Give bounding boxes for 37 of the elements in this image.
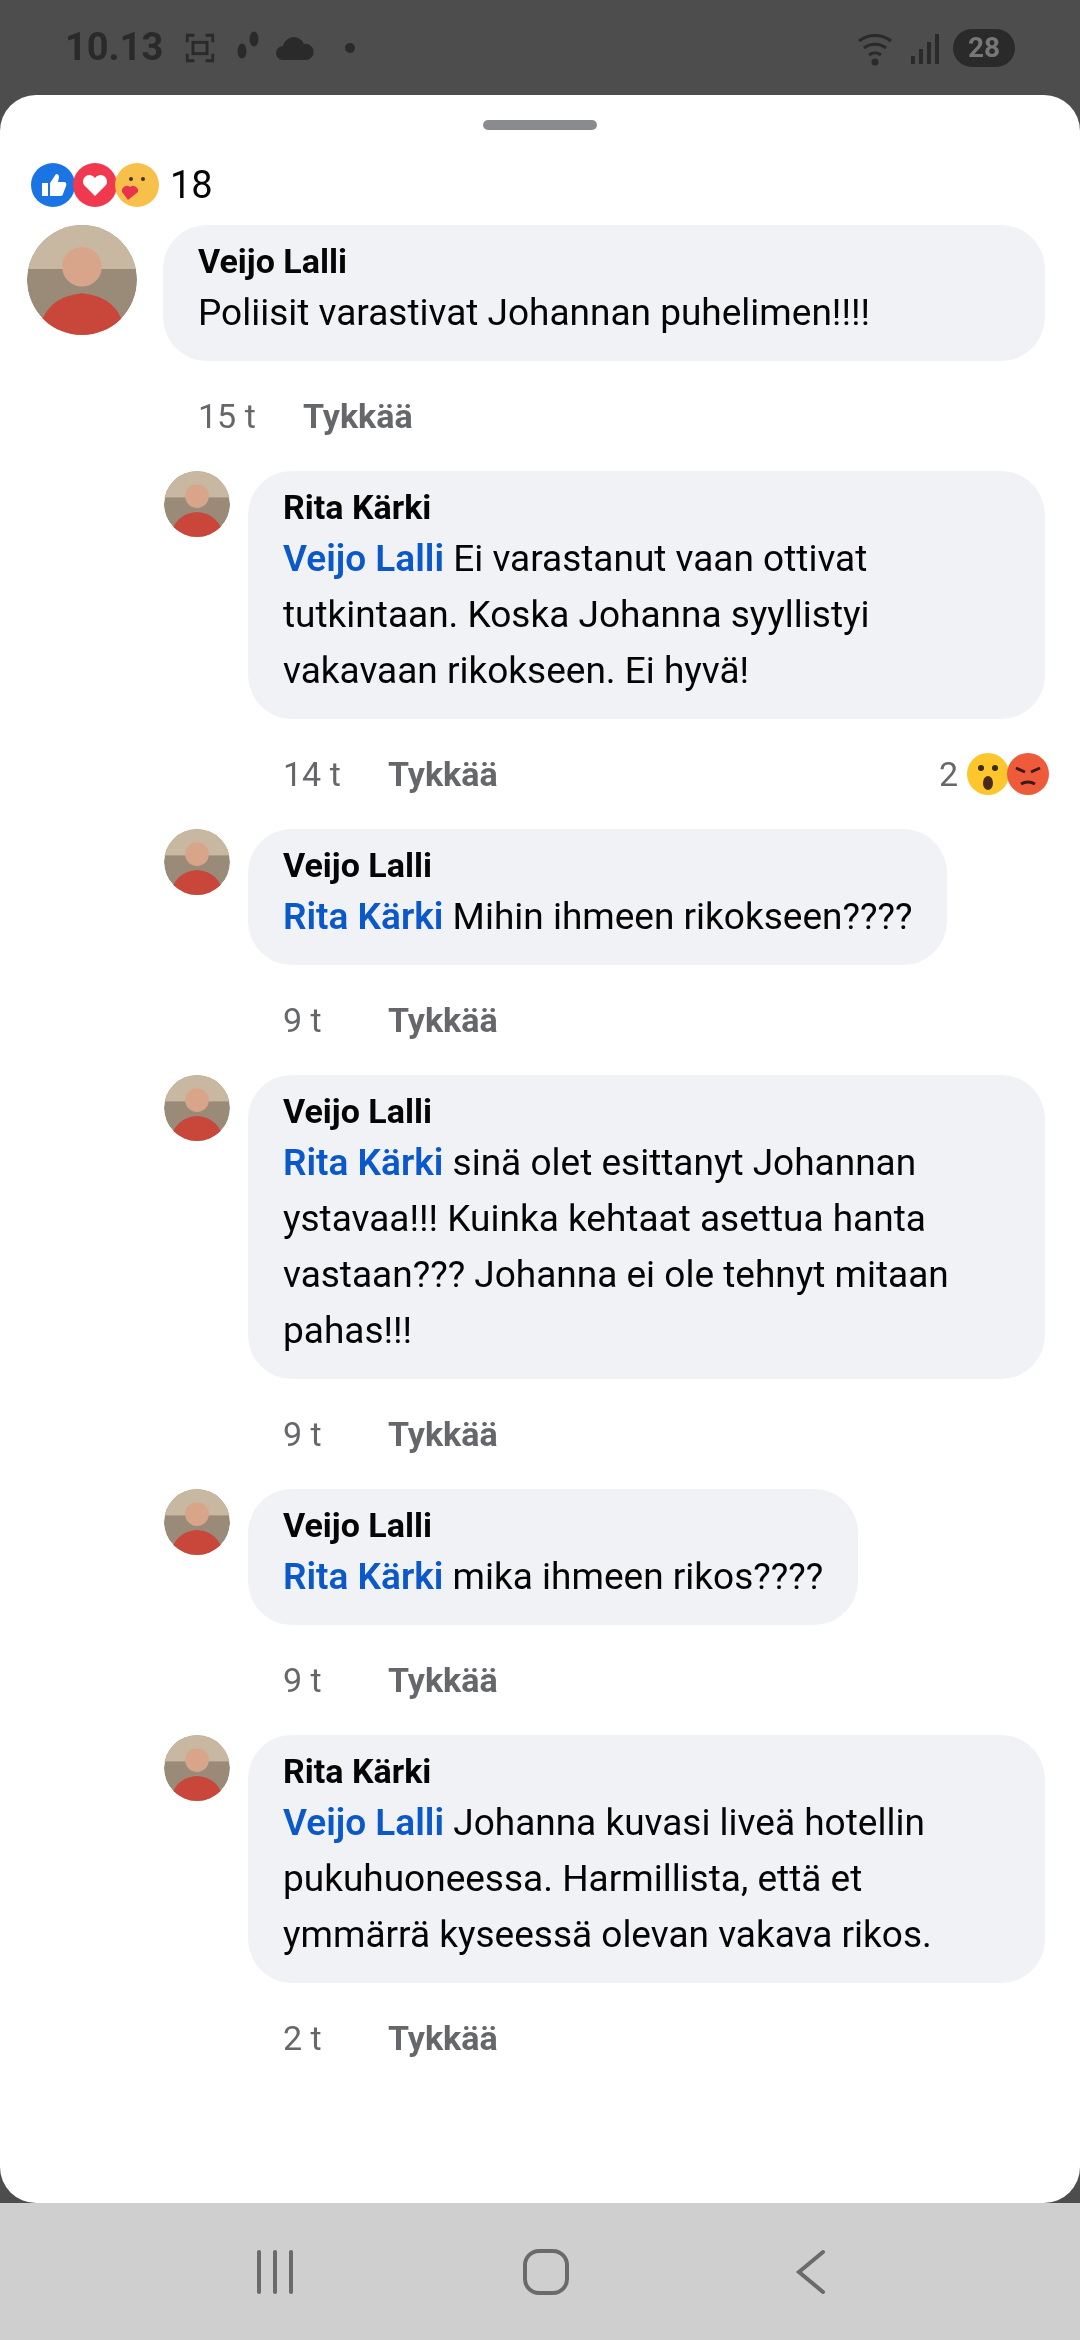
battery-indicator: 28 xyxy=(953,28,1015,67)
signal-icon xyxy=(909,31,939,64)
comment-time: 9 t xyxy=(283,1658,323,1702)
comment-text: Veijo Lalli Ei varastanut vaan ottivat tutkintaan. Koska Johanna syyllistyi vakavaan rikokseen. Ei hyvä! xyxy=(283,536,871,694)
like-button[interactable]: Tykkää xyxy=(388,994,498,1046)
like-reaction-icon xyxy=(30,162,76,208)
like-button[interactable]: Tykkää xyxy=(388,1654,498,1706)
like-button[interactable]: Tykkää xyxy=(303,390,413,442)
love-reaction-icon xyxy=(72,162,118,208)
comment-author[interactable]: Veijo Lalli xyxy=(198,237,1010,285)
comment-time: 2 t xyxy=(283,2016,323,2060)
comment-time: 9 t xyxy=(283,998,323,1042)
comment-text: Rita Kärki mika ihmeen rikos???? xyxy=(283,1554,824,1600)
comment-time: 15 t xyxy=(198,394,257,438)
comment-author[interactable]: Rita Kärki xyxy=(283,1747,1010,1795)
comment-author[interactable]: Rita Kärki xyxy=(283,483,1010,531)
wow-emoji-icon xyxy=(966,752,1010,796)
reaction-count: 2 xyxy=(938,752,958,796)
dot-icon xyxy=(345,42,356,53)
comment-text: Veijo Lalli Johanna kuvasi liveä hotellin pukuhuoneessa. Harmillista, että et ymmärrä kyseessä olevan vakava rikos. xyxy=(283,1800,933,1958)
back-icon[interactable] xyxy=(795,2247,828,2296)
comment-text: Rita Kärki sinä olet esittanyt Johannan ystavaa!!! Kuinka kehtaat asettua hanta vastaan??? Johanna ei ole tehnyt mitaan pahas!!! xyxy=(283,1140,950,1354)
drag-handle[interactable] xyxy=(483,120,597,130)
care-reaction-icon xyxy=(114,162,160,208)
like-button[interactable]: Tykkää xyxy=(388,748,498,800)
comment-text: Poliisit varastivat Johannan puhelimen!!!! xyxy=(198,290,871,336)
comment-author[interactable]: Veijo Lalli xyxy=(283,1501,824,1549)
comment-author[interactable]: Veijo Lalli xyxy=(283,1087,1010,1135)
angry-emoji-icon xyxy=(1006,752,1050,796)
comment-time: 14 t xyxy=(283,752,342,796)
reaction-count[interactable]: 18 xyxy=(170,156,213,214)
like-button[interactable]: Tykkää xyxy=(388,1408,498,1460)
like-button[interactable]: Tykkää xyxy=(388,2012,498,2064)
home-icon[interactable] xyxy=(522,2247,570,2296)
comment-time: 9 t xyxy=(283,1412,323,1456)
comment-text: Rita Kärki Mihin ihmeen rikokseen???? xyxy=(283,894,913,940)
comment-author[interactable]: Veijo Lalli xyxy=(283,841,913,889)
